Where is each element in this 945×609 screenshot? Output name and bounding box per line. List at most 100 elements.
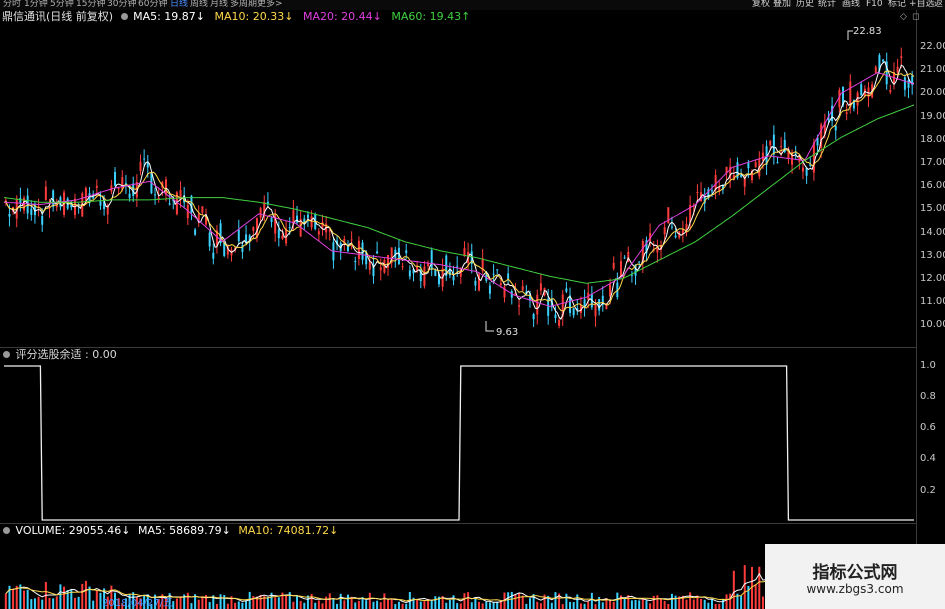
volume-bar	[245, 600, 248, 609]
volume-bar	[616, 592, 619, 609]
candle-body	[194, 229, 197, 235]
price-ytick: 13.00	[920, 250, 945, 261]
stock-chart-canvas[interactable]	[0, 0, 945, 609]
candle-body	[288, 226, 291, 229]
volume-bar	[4, 593, 7, 609]
window-icon[interactable]: ◻	[912, 12, 919, 22]
volume-bar	[190, 603, 193, 609]
candle-body	[558, 319, 561, 326]
candle-body	[834, 125, 837, 131]
candle-body	[710, 190, 713, 192]
volume-bar	[594, 604, 597, 609]
volume-bar	[579, 603, 582, 609]
volume-bar	[645, 600, 648, 609]
volume-bar	[186, 592, 189, 609]
cursor-date-label: 2018/04/27/五	[102, 598, 174, 609]
volume-bar	[525, 603, 528, 609]
volume-bar	[685, 599, 688, 609]
axis-divider	[916, 10, 917, 609]
volume-bar	[492, 601, 495, 609]
volume-bar	[445, 602, 448, 609]
candle-body	[772, 134, 775, 155]
volume-bar	[52, 598, 55, 609]
volume-bar	[328, 593, 331, 609]
price-panel-header: 鼎信通讯(日线 前复权) MA5: 19.87↓ MA10: 20.33↓ MA…	[2, 10, 470, 24]
volume-bar	[12, 588, 15, 609]
volume-bar	[317, 600, 320, 609]
volume-bar	[609, 600, 612, 609]
volume-bar	[638, 600, 641, 609]
candle-body	[572, 308, 575, 316]
volume-bar	[339, 593, 342, 609]
volume-bar	[703, 599, 706, 609]
volume-bar	[376, 600, 379, 609]
volume-bar	[26, 589, 29, 609]
volume-ma5-label: MA5: 58689.79↓	[137, 524, 231, 537]
indicator-ytick: 0.2	[920, 485, 936, 496]
volume-bar	[390, 599, 393, 609]
candle-body	[201, 206, 204, 213]
volume-bar	[59, 584, 62, 609]
volume-bar	[634, 599, 637, 609]
settings-dot-icon[interactable]	[3, 351, 10, 358]
candle-body	[609, 284, 612, 297]
volume-bar	[598, 596, 601, 609]
candle-body	[354, 261, 357, 263]
candle-body	[168, 203, 171, 205]
volume-bar	[434, 596, 437, 609]
volume-bar	[518, 592, 521, 609]
settings-dot-icon[interactable]	[3, 527, 10, 534]
volume-bar	[387, 598, 390, 609]
volume-bar	[208, 602, 211, 609]
volume-bar	[630, 600, 633, 609]
candle-body	[860, 84, 863, 96]
candle-body	[507, 273, 510, 279]
candle-body	[154, 194, 157, 196]
candle-body	[99, 201, 102, 206]
price-ytick: 11.00	[920, 296, 945, 307]
candle-body	[612, 262, 615, 269]
volume-bar	[84, 580, 87, 609]
candle-body	[376, 251, 379, 254]
settings-dot-icon[interactable]	[120, 13, 128, 20]
candle-body	[8, 213, 11, 217]
candle-body	[128, 193, 131, 198]
volume-bar	[30, 599, 33, 609]
candle-body	[761, 152, 764, 161]
volume-bar	[576, 594, 579, 609]
watermark-url: www.zbgs3.com	[806, 582, 904, 596]
candle-body	[277, 229, 280, 239]
volume-bar	[667, 603, 670, 609]
volume-bar	[419, 601, 422, 609]
volume-bar	[63, 586, 66, 609]
candle-body	[114, 172, 117, 186]
volume-bar	[55, 596, 58, 609]
candle-body	[212, 252, 215, 259]
indicator-ytick: 0.6	[920, 422, 936, 433]
volume-bar	[41, 599, 44, 609]
volume-bar	[92, 600, 95, 609]
panel-divider[interactable]	[0, 347, 916, 348]
volume-bar	[368, 592, 371, 609]
candle-body	[845, 112, 848, 114]
candle-body	[401, 266, 404, 268]
candle-body	[874, 66, 877, 73]
candle-body	[776, 162, 779, 164]
ma60-line	[3, 104, 915, 284]
candle-body	[619, 260, 622, 277]
volume-bar	[379, 602, 382, 609]
volume-bar	[710, 598, 713, 609]
volume-bar	[507, 592, 510, 609]
candle-body	[117, 188, 120, 190]
collapse-diamond-icon[interactable]: ◇	[900, 12, 907, 22]
candle-body	[19, 197, 22, 204]
volume-bar	[721, 598, 724, 609]
low-marker-line	[485, 321, 494, 332]
volume-bar	[565, 593, 568, 609]
candle-body	[598, 299, 601, 311]
price-ytick: 15.00	[920, 203, 945, 214]
volume-bar	[641, 598, 644, 609]
volume-bar	[277, 597, 280, 609]
price-ytick: 19.00	[920, 111, 945, 122]
volume-bar	[554, 592, 557, 609]
